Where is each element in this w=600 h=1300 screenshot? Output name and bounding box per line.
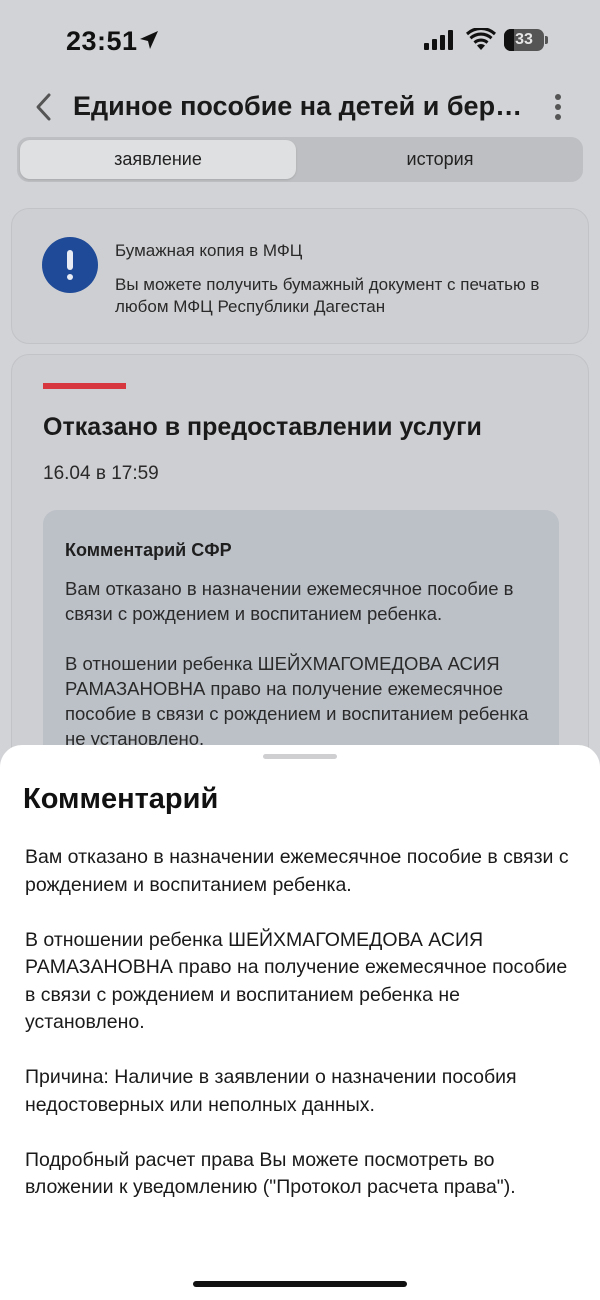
wifi-icon [466,28,496,50]
segmented-tabs: заявление история [17,137,583,182]
status-time: 23:51 [66,26,138,56]
tab-application[interactable]: заявление [20,140,296,179]
comment-preview-paragraph: Вам отказано в назначении ежемесячное по… [65,578,514,624]
status-date: 16.04 в 17:59 [43,463,159,484]
sheet-paragraph: Вам отказано в назначении ежемесячное по… [25,846,569,896]
status-indicator-bar [43,383,126,389]
status-bar: 23:51 33 [0,0,600,80]
comment-preview-title: Комментарий СФР [65,540,232,560]
sheet-paragraph: Причина: Наличие в заявлении о назначени… [25,1066,517,1116]
status-title: Отказано в предоставлении услуги [43,413,482,441]
sheet-title: Комментарий [23,783,219,815]
home-indicator[interactable] [193,1281,407,1287]
sheet-grabber-handle[interactable] [263,754,337,759]
more-vertical-icon[interactable] [548,92,568,122]
sheet-body: Вам отказано в назначении ежемесячное по… [25,844,575,1229]
exclamation-icon [42,237,98,293]
location-arrow-icon [140,31,158,49]
battery-tip [545,36,548,44]
sheet-paragraph: В отношении ребенка ШЕЙХМАГОМЕДОВА АСИЯ … [25,928,568,1034]
sheet-paragraph: Подробный расчет права Вы можете посмотр… [25,1148,516,1199]
comment-preview-paragraph: В отношении ребенка ШЕЙХМАГОМЕДОВА АСИЯ … [65,653,529,749]
info-card-title: Бумажная копия в МФЦ [115,241,303,260]
battery-icon: 33 [504,29,544,51]
chevron-left-icon[interactable] [30,90,60,124]
info-card-text: Вы можете получить бумажный документ с п… [115,275,540,316]
paper-copy-card: Бумажная копия в МФЦ Вы можете получить … [11,208,589,344]
signal-icon [424,30,453,50]
comment-bottom-sheet: Комментарий Вам отказано в назначении еж… [0,745,600,1300]
tab-history[interactable]: история [300,140,580,179]
page-title: Единое пособие на детей и беременных [73,91,533,121]
battery-percent: 33 [515,31,533,48]
